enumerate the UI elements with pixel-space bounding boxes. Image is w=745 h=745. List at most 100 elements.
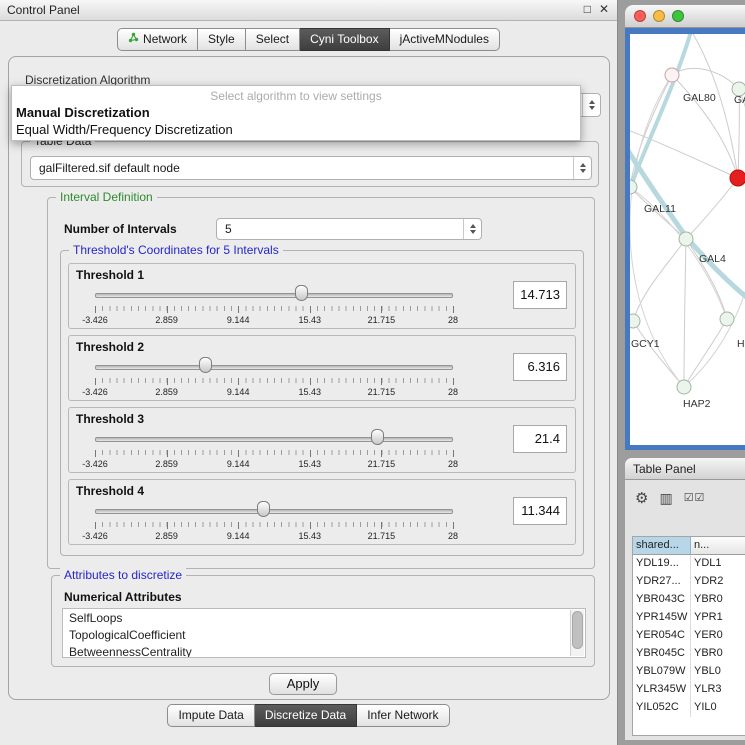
tick-mark — [95, 522, 96, 529]
table-row[interactable]: YDR27...YDR2 — [633, 573, 745, 591]
slider-handle[interactable] — [257, 501, 270, 517]
table-row[interactable]: YPR145WYPR1 — [633, 609, 745, 627]
slider-handle[interactable] — [295, 285, 308, 301]
cyni-toolbox-panel: Discretization Algorithm Select algorith… — [8, 56, 610, 700]
gear-icon[interactable]: ⚙ — [635, 491, 648, 506]
float-panel-icon[interactable]: □ — [584, 2, 591, 16]
column-header-shared[interactable]: shared... — [633, 537, 691, 555]
columns-icon[interactable]: ▥ — [659, 491, 672, 505]
control-panel-titlebar[interactable]: Control Panel □ ✕ — [0, 0, 617, 21]
network-node[interactable] — [630, 314, 640, 328]
tab-select[interactable]: Select — [246, 28, 300, 51]
table-data-combobox[interactable]: galFiltered.sif default node — [30, 156, 592, 180]
attribute-list-item[interactable]: TopologicalCoefficient — [63, 626, 585, 643]
threshold-slider[interactable]: -3.4262.8599.14415.4321.71528 — [95, 284, 453, 326]
number-of-intervals-combobox[interactable]: 5 — [216, 218, 482, 240]
numerical-attributes-list[interactable]: SelfLoopsTopologicalCoefficientBetweenne… — [62, 608, 586, 658]
table-toolbar: ⚙ ▥ ☑☑ — [635, 486, 705, 510]
tab-jactivemnodules[interactable]: jActiveMNodules — [390, 28, 500, 51]
network-edge[interactable] — [690, 34, 738, 178]
table-cell: YPR145W — [633, 609, 691, 627]
node-label: HAP2 — [683, 398, 711, 410]
node-label: GCY1 — [631, 338, 660, 350]
table-row[interactable]: YER054CYER0 — [633, 627, 745, 645]
column-header-n[interactable]: n... — [691, 537, 745, 555]
network-edge[interactable] — [633, 239, 686, 321]
table-row[interactable]: YBL079WYBL0 — [633, 663, 745, 681]
tab-infer-network[interactable]: Infer Network — [357, 704, 449, 727]
network-edge[interactable] — [630, 129, 738, 178]
threshold-value-field[interactable]: 21.4 — [513, 425, 567, 453]
tick-label: 28 — [448, 531, 458, 541]
table-cell: YPR1 — [691, 609, 745, 627]
tick-mark — [453, 378, 454, 385]
tick-mark — [167, 378, 168, 385]
attributes-scrollbar[interactable] — [570, 610, 584, 656]
slider-handle[interactable] — [371, 429, 384, 445]
network-node[interactable] — [730, 170, 745, 186]
tab-network[interactable]: Network — [117, 28, 198, 51]
select-attributes-icon[interactable]: ☑☑ — [684, 493, 706, 504]
network-edge[interactable] — [686, 178, 738, 239]
table-row[interactable]: YLR345WYLR3 — [633, 681, 745, 699]
tick-mark — [310, 378, 311, 385]
tick-mark — [381, 306, 382, 313]
node-label: H — [737, 338, 745, 350]
zoom-traffic-light[interactable] — [672, 10, 684, 22]
tick-mark — [453, 450, 454, 457]
network-node[interactable] — [720, 312, 734, 326]
slider-handle[interactable] — [199, 357, 212, 373]
network-edge[interactable] — [630, 144, 687, 238]
bottom-tab-bar: Impute Data Discretize Data Infer Network — [0, 704, 617, 727]
combo-stepper-icon — [463, 219, 481, 239]
network-edge[interactable] — [684, 239, 686, 387]
network-canvas[interactable]: GAL80GAGAL11GAL4GCY1HHAP2 — [630, 34, 745, 445]
attribute-list-item[interactable]: BetweennessCentrality — [63, 643, 585, 658]
attributes-scrollbar-thumb[interactable] — [572, 611, 583, 649]
tab-label: Style — [208, 32, 235, 46]
threshold-value-field[interactable]: 11.344 — [513, 497, 567, 525]
tick-label: 21.715 — [368, 315, 396, 325]
table-row[interactable]: YDL19...YDL1 — [633, 555, 745, 573]
tab-label: Infer Network — [367, 708, 438, 722]
table-cell: YBL0 — [691, 663, 745, 681]
table-row[interactable]: YIL052CYIL0 — [633, 699, 745, 717]
tick-label: -3.426 — [82, 531, 108, 541]
tick-label: 9.144 — [227, 531, 250, 541]
network-icon — [128, 32, 139, 46]
threshold-slider[interactable]: -3.4262.8599.14415.4321.71528 — [95, 428, 453, 470]
table-row[interactable]: YBR043CYBR0 — [633, 591, 745, 609]
table-panel-titlebar[interactable]: Table Panel — [625, 458, 745, 480]
table-cell: YBR045C — [633, 645, 691, 663]
tick-label: 2.859 — [155, 387, 178, 397]
threshold-slider[interactable]: -3.4262.8599.14415.4321.71528 — [95, 356, 453, 398]
close-panel-icon[interactable]: ✕ — [599, 2, 609, 16]
network-node[interactable] — [679, 232, 693, 246]
close-traffic-light[interactable] — [634, 10, 646, 22]
tab-cyni-toolbox[interactable]: Cyni Toolbox — [300, 28, 389, 51]
threshold-value-field[interactable]: 14.713 — [513, 281, 567, 309]
tab-style[interactable]: Style — [198, 28, 246, 51]
minimize-traffic-light[interactable] — [653, 10, 665, 22]
network-window-titlebar[interactable] — [625, 5, 745, 28]
network-node[interactable] — [665, 68, 679, 82]
attribute-list-item[interactable]: SelfLoops — [63, 609, 585, 626]
tick-mark — [238, 522, 239, 529]
threshold-value-field[interactable]: 6.316 — [513, 353, 567, 381]
table-cell: YIL052C — [633, 699, 691, 717]
network-edge[interactable] — [684, 319, 727, 387]
tab-label: Impute Data — [178, 708, 243, 722]
dropdown-item-manual-discretization[interactable]: Manual Discretization — [12, 104, 580, 121]
network-edge[interactable] — [631, 34, 692, 186]
tab-impute-data[interactable]: Impute Data — [167, 704, 254, 727]
tick-mark — [167, 450, 168, 457]
table-row[interactable]: YBR045CYBR0 — [633, 645, 745, 663]
tab-discretize-data[interactable]: Discretize Data — [255, 704, 357, 727]
apply-button[interactable]: Apply — [269, 673, 337, 695]
threshold-slider[interactable]: -3.4262.8599.14415.4321.71528 — [95, 500, 453, 542]
network-node[interactable] — [677, 380, 691, 394]
network-edge[interactable] — [686, 239, 727, 319]
number-of-intervals-value: 5 — [225, 222, 232, 236]
thresholds-group: Threshold's Coordinates for 5 Intervals … — [60, 250, 584, 556]
dropdown-item-equal-width-frequency-discretization[interactable]: Equal Width/Frequency Discretization — [12, 121, 580, 138]
